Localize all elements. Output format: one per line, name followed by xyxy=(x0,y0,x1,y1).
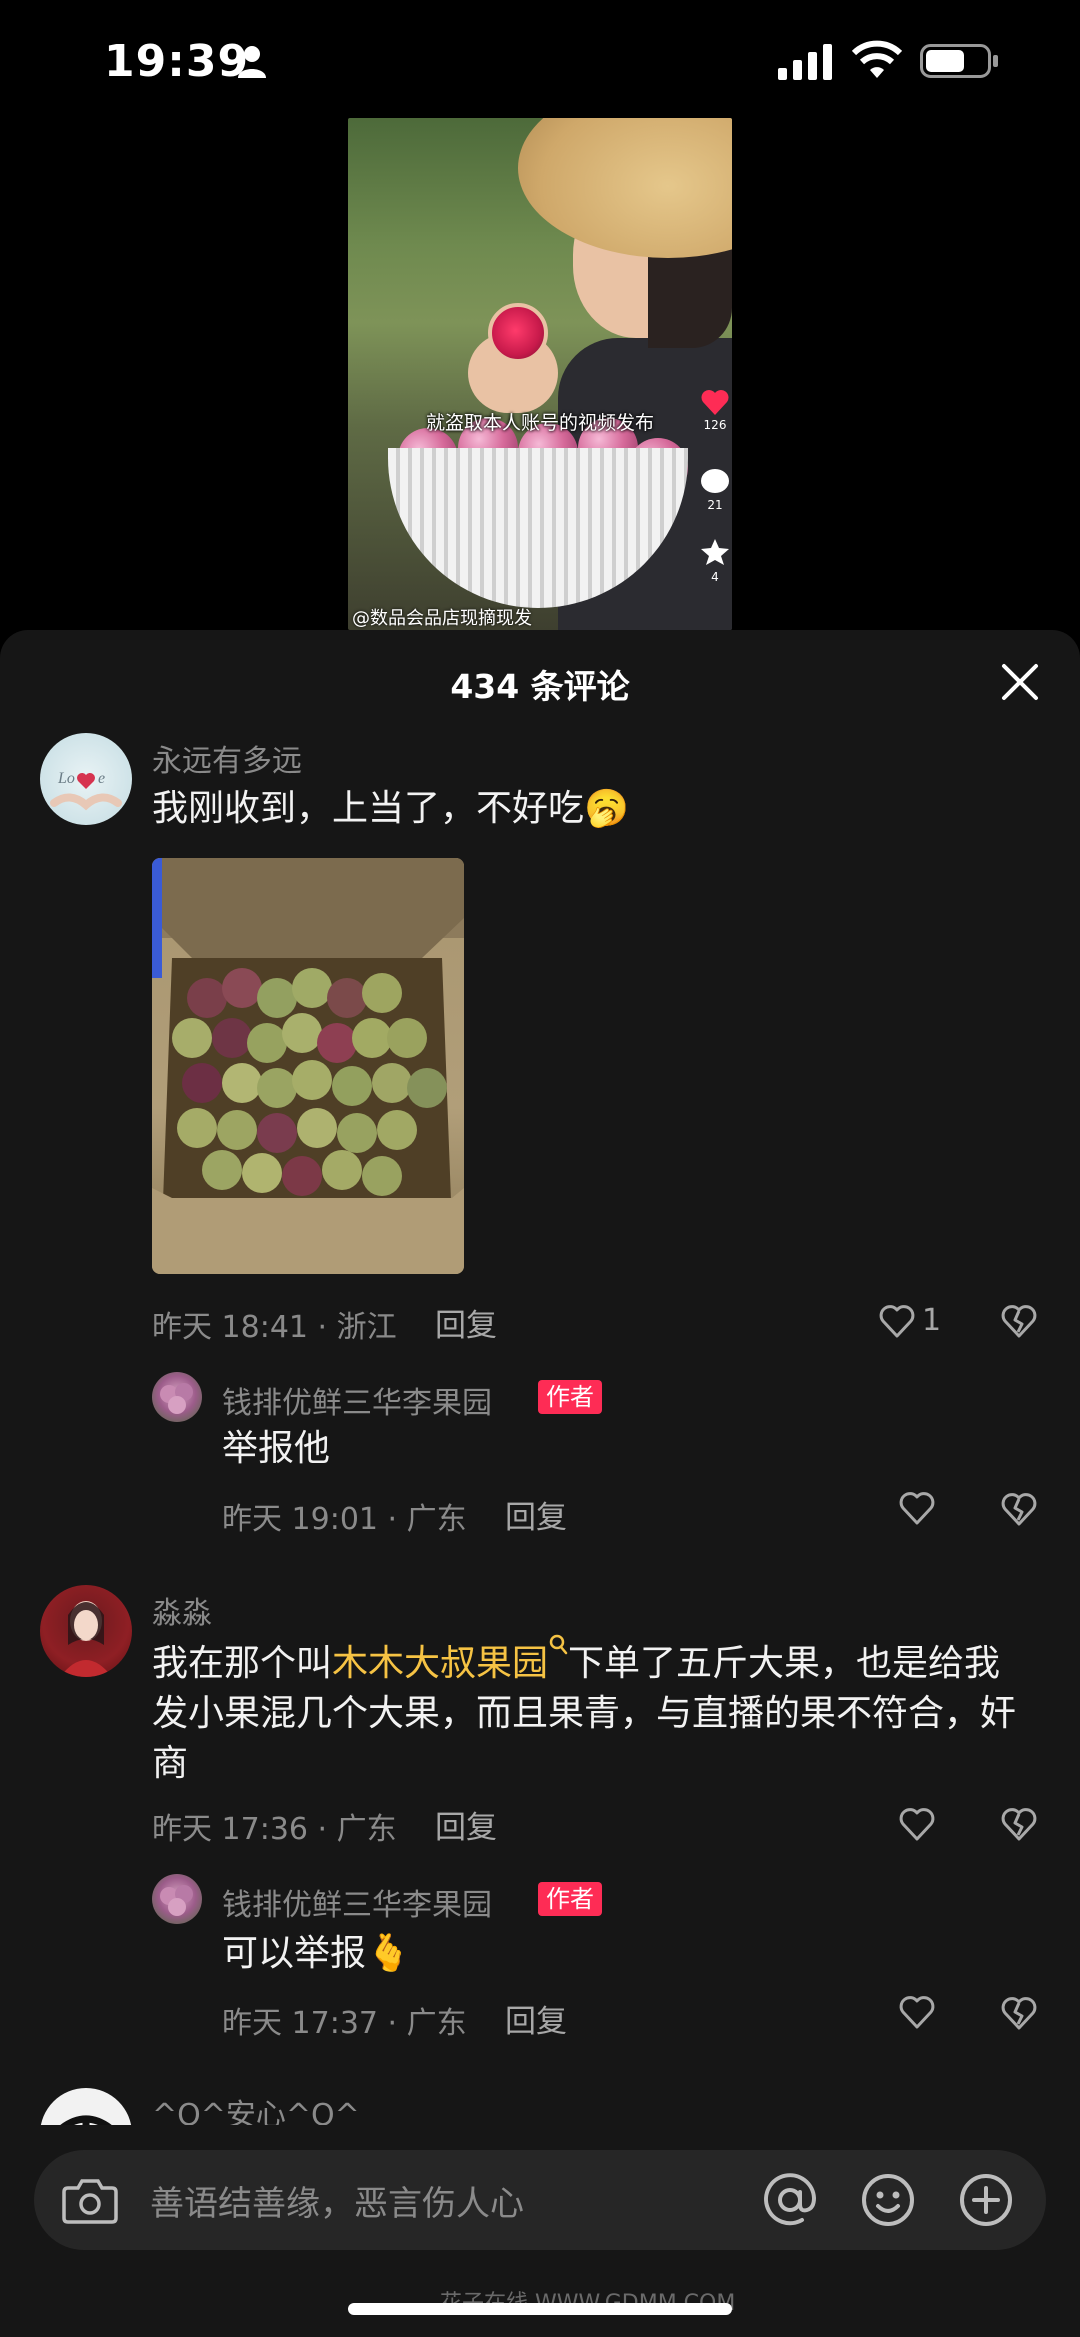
video-cut-plum xyxy=(488,303,548,363)
battery-icon xyxy=(920,44,998,78)
video-bottom-text: @数品会品店现摘现发 xyxy=(352,608,532,629)
reply-meta: 昨天 19:01 · 广东 xyxy=(222,1502,467,1537)
mention-icon[interactable] xyxy=(762,2172,818,2228)
video-like-count: 126 xyxy=(703,418,727,432)
reply-button[interactable]: 回复 xyxy=(505,1996,567,2041)
broken-heart-icon[interactable] xyxy=(1000,1302,1038,1340)
box-of-plums-image xyxy=(152,858,464,1274)
status-time: 19:39 xyxy=(104,36,250,87)
svg-text:e: e xyxy=(98,770,105,787)
svg-text:Lo: Lo xyxy=(57,770,75,787)
reply-button[interactable]: 回复 xyxy=(505,1492,567,1537)
broken-heart-icon[interactable] xyxy=(1000,1805,1038,1843)
search-icon[interactable] xyxy=(548,1633,568,1657)
heart-outline-icon[interactable] xyxy=(898,1490,936,1526)
shop-link[interactable]: 木木大叔果园 xyxy=(332,1643,548,1684)
like-count: 1 xyxy=(922,1303,942,1338)
broken-heart-icon[interactable] xyxy=(1000,1994,1038,2032)
comment-icon xyxy=(701,469,729,493)
emoji-icon[interactable] xyxy=(860,2172,916,2228)
heart-outline-icon[interactable] xyxy=(898,1994,936,2030)
broken-heart-icon[interactable] xyxy=(1000,1490,1038,1528)
home-indicator[interactable] xyxy=(348,2303,732,2315)
avatar[interactable] xyxy=(40,1585,132,1677)
close-icon[interactable] xyxy=(998,660,1042,704)
camera-icon[interactable] xyxy=(62,2178,118,2224)
woman-portrait-avatar-icon xyxy=(60,1601,112,1677)
love-hands-avatar-icon: Lo e xyxy=(50,770,122,811)
author-badge: 作者 xyxy=(538,1380,602,1414)
avatar[interactable] xyxy=(152,1372,202,1422)
status-bar: 19:39 xyxy=(0,0,1080,120)
comment-meta: 昨天 17:36 · 广东 xyxy=(152,1812,397,1847)
comment-meta: 昨天 18:41 · 浙江 xyxy=(152,1310,397,1345)
star-icon xyxy=(701,539,729,565)
comment-input[interactable]: 善语结善缘，恶言伤人心 xyxy=(34,2150,1046,2250)
comment-username[interactable]: 永远有多远 xyxy=(152,736,302,780)
video-figure-hat xyxy=(518,118,732,258)
heart-outline-icon[interactable] xyxy=(878,1303,916,1339)
reply-text: 可以举报🫰 xyxy=(222,1933,411,1974)
reply-button[interactable]: 回复 xyxy=(435,1300,497,1345)
video-comment-count: 21 xyxy=(707,498,723,512)
video-thumbnail[interactable]: 就盗取本人账号的视频发布 126 21 4 @数品会品店现摘现发 xyxy=(348,118,732,630)
comment-text-part: 我在那个叫 xyxy=(152,1643,333,1684)
comment-photo[interactable] xyxy=(152,858,464,1274)
video-caption: 就盗取本人账号的视频发布 xyxy=(425,412,654,434)
avatar[interactable]: Lo e xyxy=(40,733,132,825)
reply-button[interactable]: 回复 xyxy=(435,1802,497,1847)
reply-meta: 昨天 17:37 · 广东 xyxy=(222,2006,467,2041)
video-favorite-count: 4 xyxy=(711,570,719,584)
comment-username[interactable]: 淼淼 xyxy=(152,1588,212,1632)
heart-icon xyxy=(701,390,729,415)
avatar[interactable] xyxy=(152,1874,202,1924)
reply-text: 举报他 xyxy=(222,1428,331,1469)
reply-username[interactable]: 钱排优鲜三华李果园 xyxy=(222,1880,492,1924)
heart-outline-icon[interactable] xyxy=(898,1806,936,1842)
plums-avatar-icon xyxy=(160,1383,193,1414)
add-icon[interactable] xyxy=(958,2172,1014,2228)
comments-title: 434 条评论 xyxy=(450,667,630,706)
wifi-icon xyxy=(852,40,902,78)
cellular-signal-icon xyxy=(778,44,832,80)
comment-text: 我刚收到，上当了，不好吃🥱 xyxy=(152,788,629,829)
author-badge: 作者 xyxy=(538,1882,602,1916)
plums-avatar-icon xyxy=(160,1885,193,1916)
comment-text: 我在那个叫木木大叔果园 下单了五斤大果，也是给我发小果混几个大果，而且果青，与直播… xyxy=(152,1633,1032,1789)
person-icon xyxy=(238,46,266,78)
comment-input-placeholder: 善语结善缘，恶言伤人心 xyxy=(150,2184,524,2224)
reply-username[interactable]: 钱排优鲜三华李果园 xyxy=(222,1378,492,1422)
